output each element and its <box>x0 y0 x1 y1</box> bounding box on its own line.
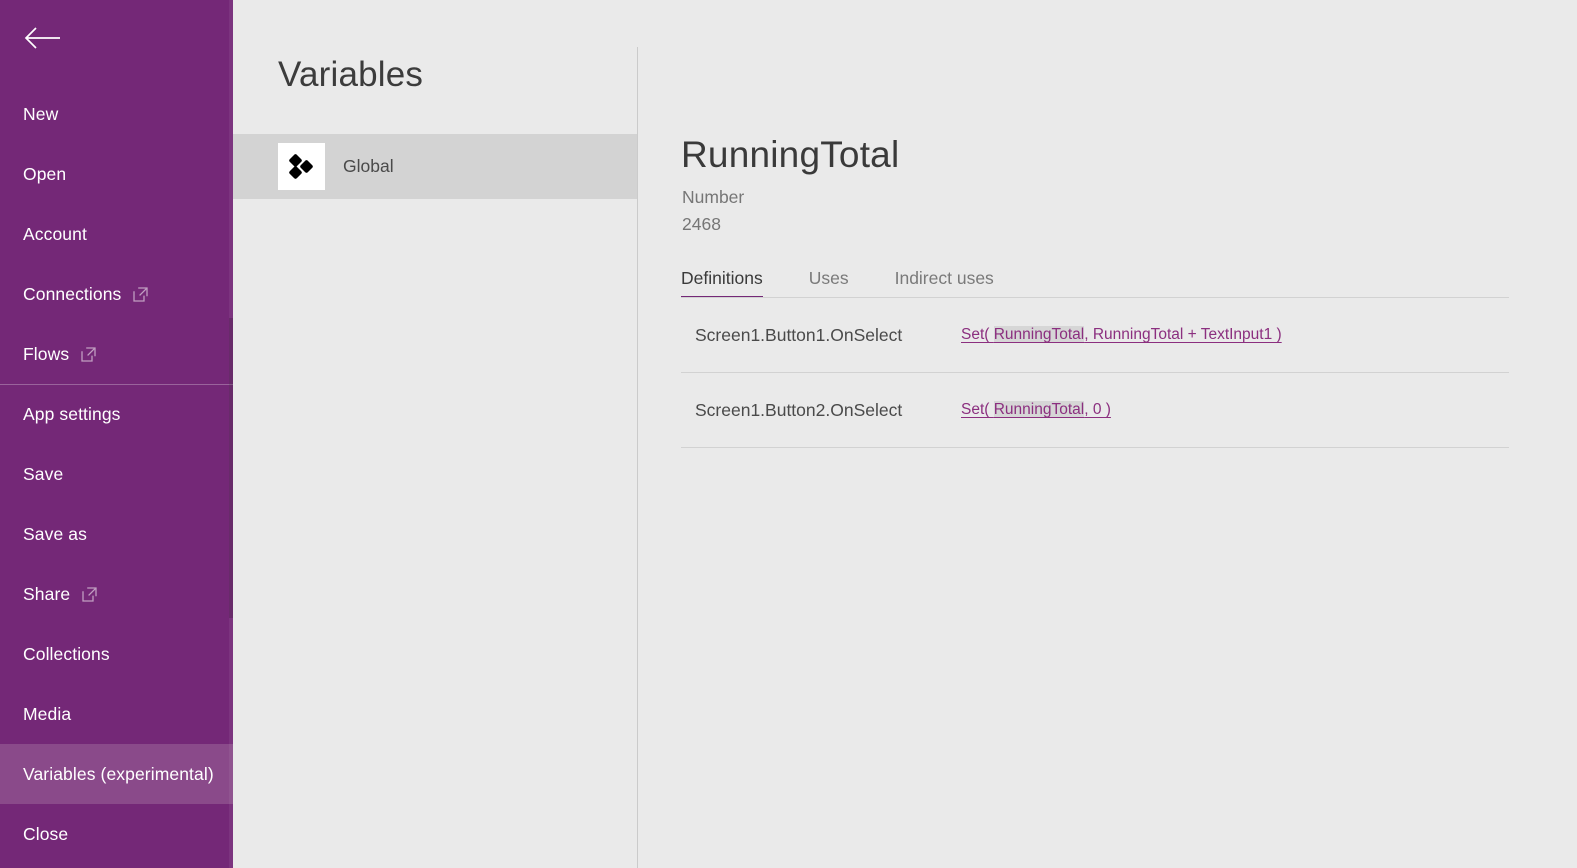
table-row: Screen1.Button2.OnSelect Set( RunningTota… <box>681 373 1509 448</box>
formula-suffix: , RunningTotal + TextInput1 ) <box>1084 326 1282 343</box>
sidebar-item-label: Connections <box>23 283 122 304</box>
sidebar-item-label: Collections <box>23 643 110 664</box>
sidebar-menu: New Open Account Connections Flows App settin… <box>0 84 233 864</box>
definition-source: Screen1.Button2.OnSelect <box>695 399 903 420</box>
formula-prefix: Set( <box>961 326 994 343</box>
tab-label: Indirect uses <box>894 268 994 288</box>
left-navigation-sidebar: New Open Account Connections Flows App settin… <box>0 0 233 868</box>
formula-prefix: Set( <box>961 401 994 418</box>
open-in-new-window-icon <box>133 286 149 302</box>
sidebar-item-save[interactable]: Save <box>0 444 233 504</box>
variable-detail-pane: RunningTotal Number 2468 Definitions Uses… <box>638 0 1577 868</box>
sidebar-item-new[interactable]: New <box>0 84 233 144</box>
back-arrow-icon <box>22 25 62 51</box>
table-row: Screen1.Button1.OnSelect Set( RunningTota… <box>681 298 1509 373</box>
sidebar-item-label: Variables (experimental) <box>23 763 214 784</box>
sidebar-item-label: Open <box>23 163 67 184</box>
sidebar-item-close[interactable]: Close <box>0 804 233 864</box>
tab-label: Definitions <box>681 268 763 288</box>
app-window: New Open Account Connections Flows App settin… <box>0 0 1577 868</box>
detail-tabs: Definitions Uses Indirect uses <box>681 268 1509 298</box>
sidebar-item-label: Close <box>23 823 69 844</box>
global-variable-icon <box>278 143 325 190</box>
sidebar-item-label: New <box>23 103 59 124</box>
tab-uses[interactable]: Uses <box>809 268 849 298</box>
variables-scope-list: Global <box>233 134 637 199</box>
open-in-new-window-icon <box>81 346 96 362</box>
sidebar-item-label: App settings <box>23 403 121 424</box>
sidebar-item-label: Media <box>23 703 72 724</box>
sidebar-item-variables-experimental[interactable]: Variables (experimental) <box>0 744 233 804</box>
formula-suffix: , 0 ) <box>1084 401 1111 418</box>
sidebar-item-save-as[interactable]: Save as <box>0 504 233 564</box>
sidebar-item-flows[interactable]: Flows <box>0 324 233 384</box>
sidebar-item-label: Save as <box>23 523 87 544</box>
sidebar-item-open[interactable]: Open <box>0 144 233 204</box>
variable-type-label: Number <box>682 187 745 207</box>
tab-indirect-uses[interactable]: Indirect uses <box>895 268 994 298</box>
formula-highlighted-variable: RunningTotal <box>993 326 1085 343</box>
sidebar-item-collections[interactable]: Collections <box>0 624 233 684</box>
formula-highlighted-variable: RunningTotal <box>993 401 1085 418</box>
sidebar-item-label: Flows <box>23 343 70 364</box>
variable-scope-item-global[interactable]: Global <box>233 134 637 199</box>
definitions-table: Screen1.Button1.OnSelect Set( RunningTota… <box>681 298 1509 448</box>
back-button[interactable] <box>0 0 86 76</box>
sidebar-item-media[interactable]: Media <box>0 684 233 744</box>
variables-panel-title: Variables <box>278 55 424 94</box>
sidebar-item-label: Share <box>23 583 71 604</box>
open-in-new-window-icon <box>82 586 97 602</box>
variable-scope-label: Global <box>343 156 394 176</box>
tab-definitions[interactable]: Definitions <box>681 268 763 298</box>
sidebar-item-connections[interactable]: Connections <box>0 264 233 324</box>
variable-current-value: 2468 <box>682 214 721 234</box>
sidebar-item-label: Save <box>23 463 64 484</box>
sidebar-item-account[interactable]: Account <box>0 204 233 264</box>
variable-name-heading: RunningTotal <box>681 134 900 175</box>
sidebar-item-share[interactable]: Share <box>0 564 233 624</box>
definition-source: Screen1.Button1.OnSelect <box>695 324 903 345</box>
definition-formula-link[interactable]: Set( RunningTotal, RunningTotal + TextIn… <box>961 326 1282 344</box>
sidebar-item-label: Account <box>23 223 87 244</box>
definition-formula-link[interactable]: Set( RunningTotal, 0 ) <box>961 401 1111 419</box>
variables-list-panel: Variables Global <box>233 0 637 868</box>
sidebar-item-app-settings[interactable]: App settings <box>0 384 233 444</box>
tab-label: Uses <box>808 268 849 288</box>
